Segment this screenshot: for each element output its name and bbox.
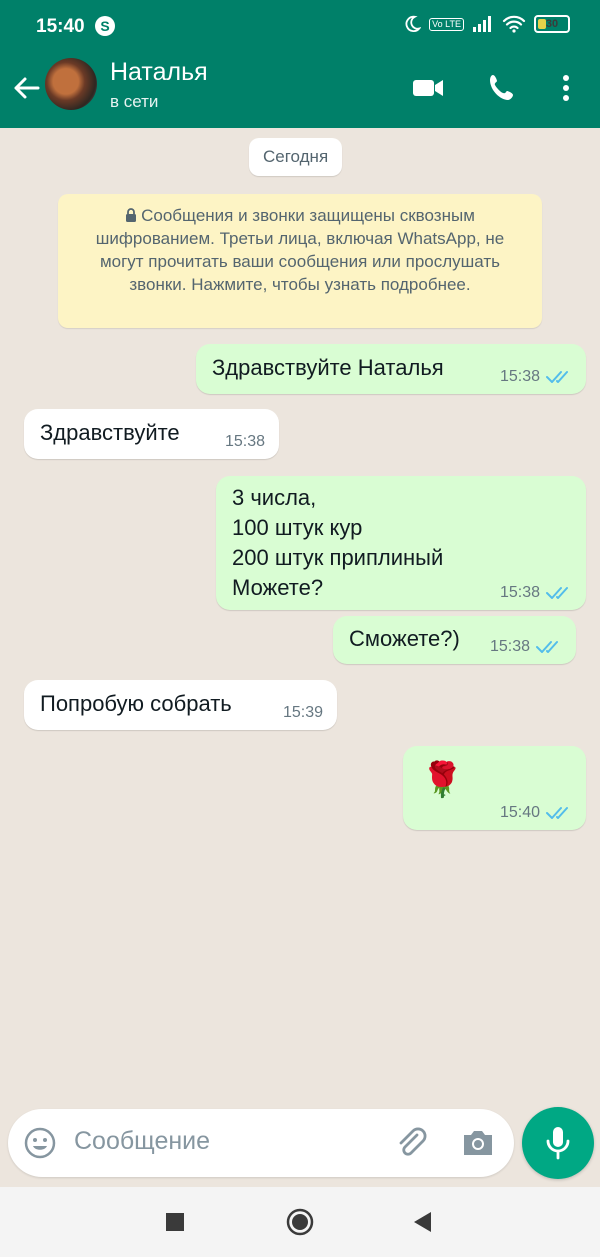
wifi-icon (502, 15, 526, 33)
video-call-icon[interactable] (410, 70, 446, 106)
battery-icon: 30 (534, 15, 570, 33)
message-text: Здравствуйте (40, 420, 180, 445)
message-meta: 15:38 (225, 433, 265, 451)
encryption-notice[interactable]: Сообщения и звонки защищены сквозным шиф… (58, 194, 542, 328)
app-notification-icon: S (95, 16, 115, 36)
date-chip: Сегодня (249, 138, 343, 176)
chat-area[interactable]: Сегодня Сообщения и звонки защищены скво… (0, 128, 600, 1108)
message-time: 15:38 (224, 433, 265, 450)
voice-record-button[interactable] (522, 1107, 594, 1179)
message-meta: 15:40 (500, 804, 572, 822)
status-time: 15:40 (36, 16, 85, 37)
chat-header: Наталья в сети (0, 54, 600, 128)
message-bubble-incoming[interactable]: Здравствуйте 15:38 (24, 409, 279, 459)
message-time: 15:38 (499, 584, 540, 601)
rose-emoji: 🌹 (421, 761, 464, 799)
message-bubble-outgoing[interactable]: Здравствуйте Наталья 15:38 (196, 344, 586, 394)
status-indicators: Vo LTE 30 (403, 15, 570, 33)
message-time: 15:38 (489, 638, 530, 655)
mic-icon (546, 1127, 570, 1160)
phone-icon[interactable] (484, 70, 520, 106)
double-check-icon (546, 587, 568, 599)
status-bar: 15:40 S Vo LTE 30 (0, 0, 600, 54)
nav-back-icon[interactable] (405, 1205, 439, 1239)
message-input[interactable]: Сообщение (74, 1127, 210, 1156)
message-meta: 15:38 (500, 584, 572, 602)
emoji-icon[interactable] (23, 1126, 57, 1160)
more-vert-icon[interactable] (548, 70, 584, 106)
volte-icon: Vo LTE (429, 17, 464, 31)
message-bubble-incoming[interactable]: Попробую собрать 15:39 (24, 680, 337, 730)
message-bubble-outgoing[interactable]: 3 числа, 100 штук кур 200 штук приплиный… (216, 476, 586, 610)
top-app-bar: 15:40 S Vo LTE 30 Наталья в сети (0, 0, 600, 128)
attach-icon[interactable] (393, 1125, 429, 1161)
camera-icon[interactable] (460, 1127, 496, 1159)
message-bubble-outgoing[interactable]: Сможете?) 15:38 (333, 616, 576, 664)
battery-percent: 30 (545, 18, 559, 30)
double-check-icon (536, 641, 558, 653)
avatar[interactable] (45, 58, 97, 110)
message-text: Сможете?) (349, 626, 460, 651)
message-text: Попробую собрать (40, 691, 232, 716)
contact-status: в сети (110, 92, 159, 111)
message-time: 15:40 (499, 804, 540, 821)
nav-recents-icon[interactable] (158, 1205, 192, 1239)
system-nav-bar (0, 1187, 600, 1257)
double-check-icon (546, 371, 568, 383)
message-time: 15:38 (499, 368, 540, 385)
signal-icon (473, 16, 491, 32)
moon-icon (405, 15, 422, 33)
message-text: Здравствуйте Наталья (212, 355, 444, 380)
contact-name[interactable]: Наталья (110, 58, 208, 87)
double-check-icon (546, 807, 568, 819)
message-meta: 15:38 (490, 638, 562, 656)
message-meta: 15:38 (500, 368, 572, 386)
message-time: 15:39 (282, 704, 323, 721)
back-arrow-icon[interactable] (10, 72, 42, 104)
message-bubble-outgoing[interactable]: 🌹 15:40 (403, 746, 586, 830)
encryption-notice-text: Сообщения и звонки защищены сквозным шиф… (95, 206, 505, 294)
lock-icon (126, 208, 137, 222)
nav-home-icon[interactable] (283, 1205, 317, 1239)
message-meta: 15:39 (283, 704, 323, 722)
message-composer[interactable]: Сообщение (8, 1109, 514, 1177)
message-text: 3 числа, 100 штук кур 200 штук приплиный… (232, 485, 444, 600)
